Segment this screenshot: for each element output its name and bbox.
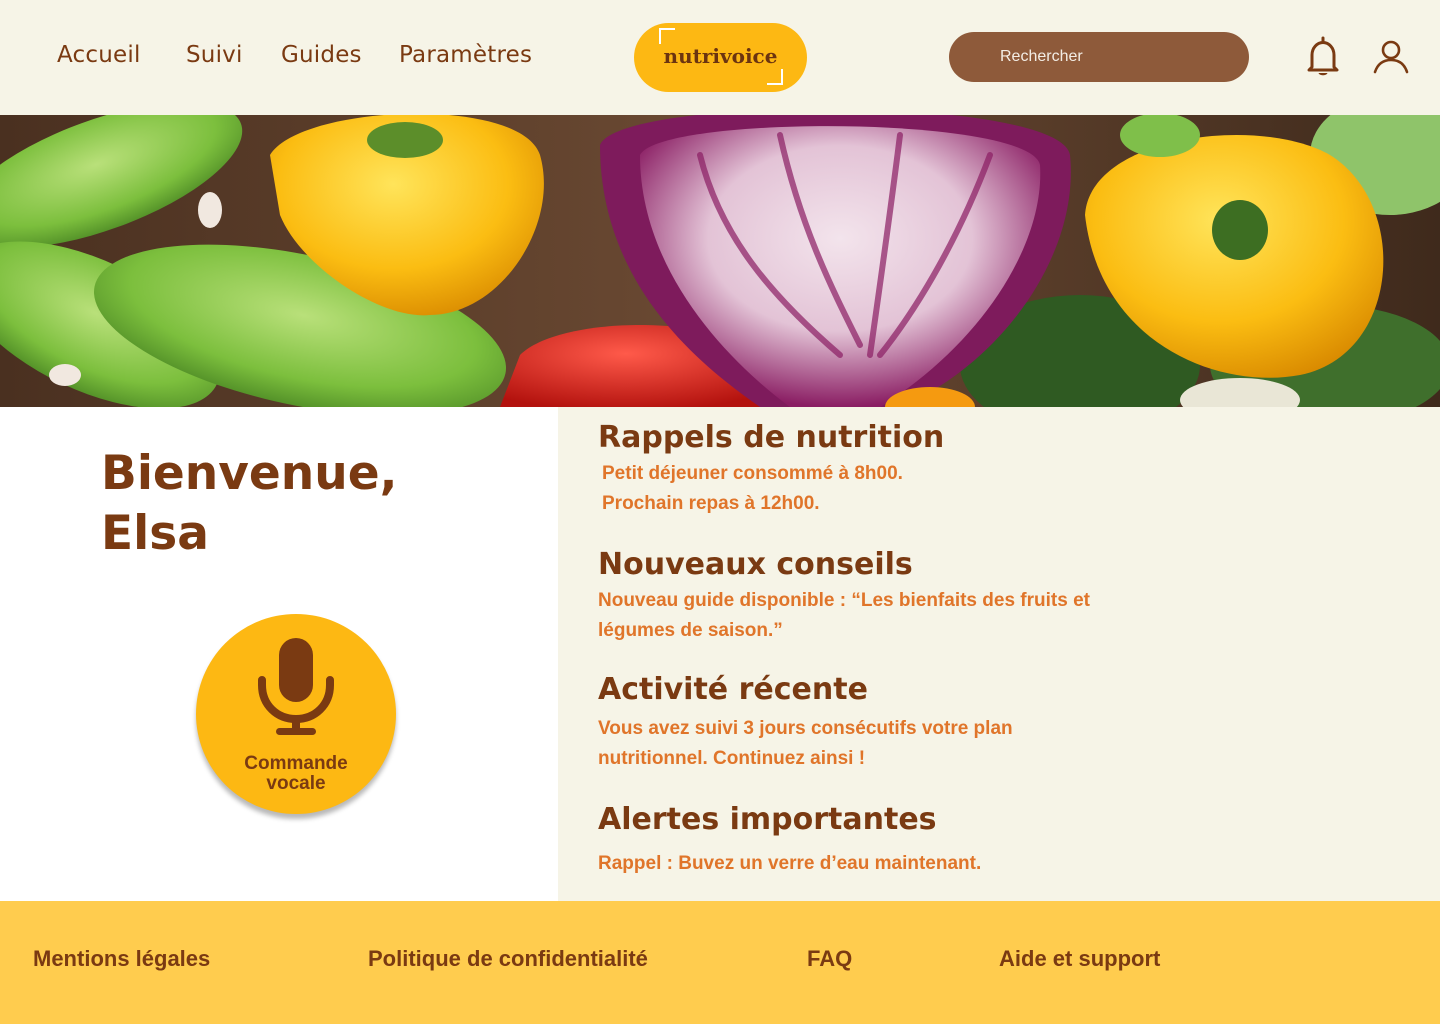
footer-link-help-support[interactable]: Aide et support — [999, 946, 1160, 972]
user-icon[interactable] — [1371, 34, 1411, 80]
voice-label-line: vocale — [266, 773, 326, 794]
welcome-panel: Bienvenue, Elsa Commande vocale — [0, 407, 558, 901]
tip-line: légumes de saison.” — [598, 620, 783, 641]
voice-command-button[interactable]: Commande vocale — [196, 614, 396, 814]
activity-line: nutritionnel. Continuez ainsi ! — [598, 748, 866, 769]
alerts-text: Rappel : Buvez un verre d’eau maintenant… — [598, 849, 981, 879]
reminders-title: Rappels de nutrition — [598, 420, 945, 455]
tip-line: Nouveau guide disponible : “Les bienfait… — [598, 590, 1090, 611]
reminder-item: Prochain repas à 12h00. — [602, 493, 820, 514]
dashboard-panel: Rappels de nutrition Petit déjeuner cons… — [558, 407, 1440, 901]
alert-item: Rappel : Buvez un verre d’eau maintenant… — [598, 853, 982, 874]
welcome-line: Bienvenue, — [101, 446, 398, 501]
search-input[interactable] — [949, 32, 1249, 82]
hero-vegetables-image — [0, 115, 1440, 407]
tips-text[interactable]: Nouveau guide disponible : “Les bienfait… — [598, 586, 1090, 646]
footer-link-faq[interactable]: FAQ — [807, 946, 852, 972]
tips-title: Nouveaux conseils — [598, 547, 913, 582]
logo-text: nutrivoice — [663, 44, 778, 68]
activity-title: Activité récente — [598, 672, 868, 707]
voice-label-line: Commande — [244, 753, 348, 774]
nav-item-suivi[interactable]: Suivi — [186, 42, 243, 68]
reminders-text: Petit déjeuner consommé à 8h00. Prochain… — [602, 459, 903, 519]
nav-item-guides[interactable]: Guides — [281, 42, 362, 68]
logo-corner-decoration — [659, 28, 675, 44]
footer-link-mentions-legales[interactable]: Mentions légales — [33, 946, 210, 972]
reminder-item: Petit déjeuner consommé à 8h00. — [602, 463, 903, 484]
footer: Mentions légales Politique de confidenti… — [0, 901, 1440, 1024]
nav-item-parametres[interactable]: Paramètres — [399, 42, 532, 68]
user-name: Elsa — [101, 506, 209, 561]
logo[interactable]: nutrivoice — [634, 23, 807, 92]
footer-link-privacy-policy[interactable]: Politique de confidentialité — [368, 946, 648, 972]
activity-line: Vous avez suivi 3 jours consécutifs votr… — [598, 718, 1013, 739]
welcome-heading: Bienvenue, Elsa — [101, 444, 397, 564]
logo-corner-decoration — [767, 69, 783, 85]
top-header: Accueil Suivi Guides Paramètres nutrivoi… — [0, 0, 1440, 115]
bell-icon[interactable] — [1303, 34, 1343, 80]
microphone-icon — [258, 638, 334, 735]
voice-command-label: Commande vocale — [196, 754, 396, 794]
alerts-title: Alertes importantes — [598, 802, 937, 837]
nav-item-accueil[interactable]: Accueil — [57, 42, 141, 68]
activity-text: Vous avez suivi 3 jours consécutifs votr… — [598, 714, 1013, 774]
